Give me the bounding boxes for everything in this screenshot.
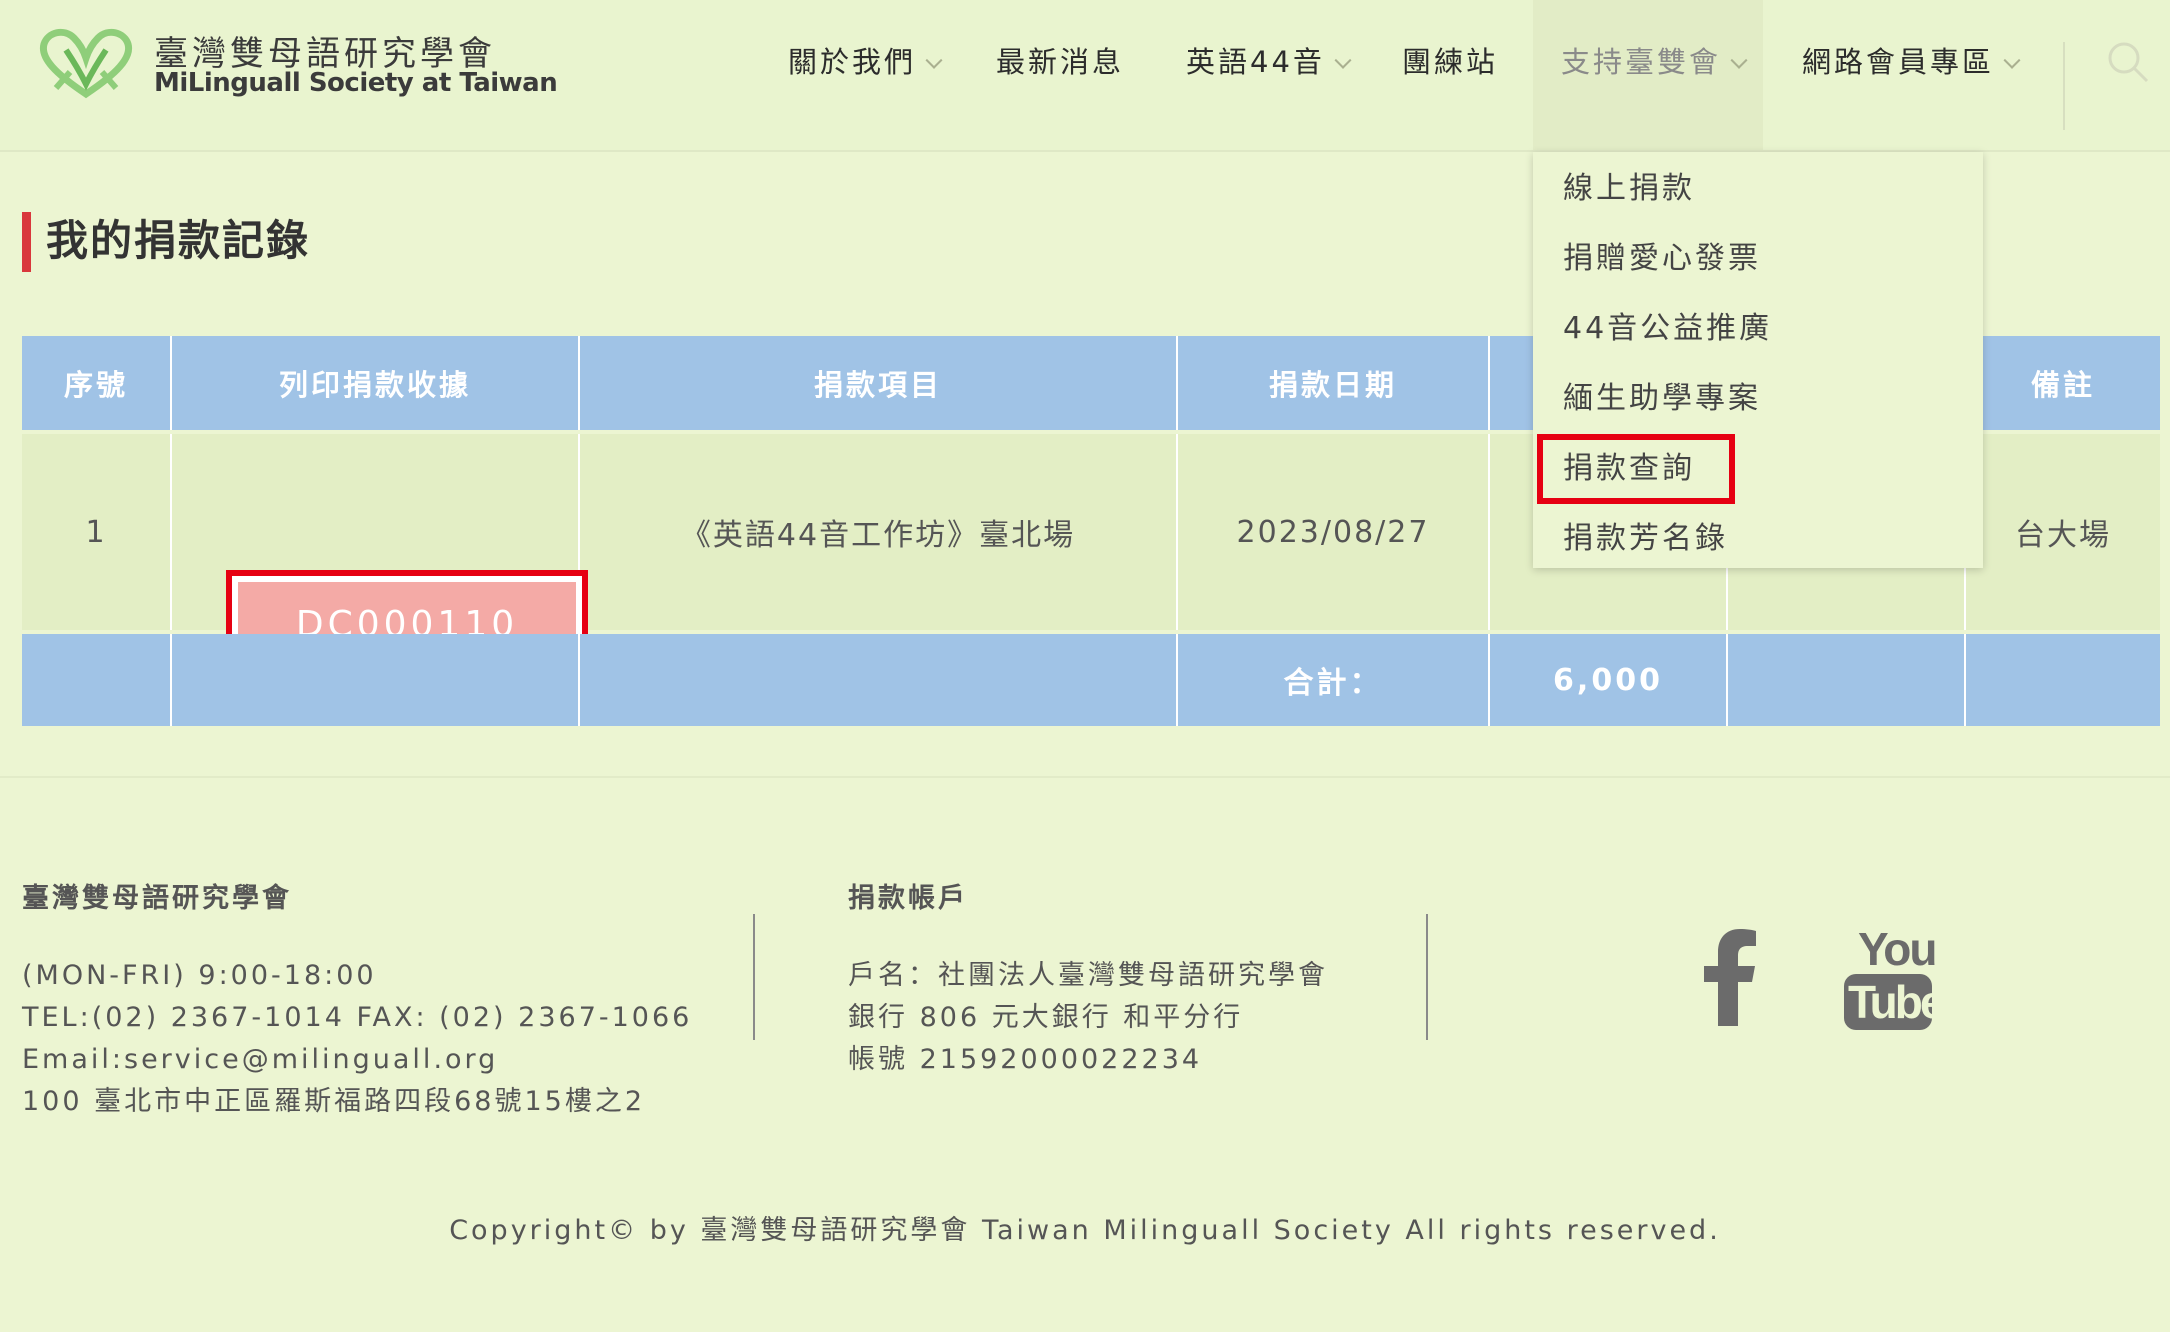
- nav-latest-news[interactable]: 最新消息: [996, 0, 1124, 124]
- nav-english-44-sounds[interactable]: 英語44音: [1186, 0, 1352, 124]
- footer-account-name: 戶名：社團法人臺灣雙母語研究學會: [848, 960, 1328, 991]
- site-header: 臺灣雙母語研究學會 MiLinguall Society at Taiwan 關…: [0, 0, 2170, 152]
- nav-member-area[interactable]: 網路會員專區: [1802, 0, 2021, 124]
- chevron-down-icon: [2003, 51, 2021, 69]
- menu-item-invoice-donation[interactable]: 捐贈愛心發票: [1563, 234, 1761, 284]
- footer-bank-account: 捐款帳戶 戶名：社團法人臺灣雙母語研究學會 銀行 806 元大銀行 和平分行 帳…: [848, 876, 1328, 1081]
- footer-address: 100 臺北市中正區羅斯福路四段68號15樓之2: [22, 1086, 646, 1117]
- row-note: 台大場: [2015, 518, 2111, 553]
- main-nav: 關於我們 最新消息 英語44音 團練站 支持臺雙會 網路會員專區: [0, 0, 2170, 150]
- menu-item-myanmar-scholarship[interactable]: 緬生助學專案: [1563, 374, 1761, 424]
- total-empty-4: [1728, 634, 1966, 726]
- total-empty-3: [580, 634, 1178, 726]
- footer-hours: (MON-FRI) 9:00-18:00: [22, 960, 377, 991]
- row-item: 《英語44音工作坊》臺北場: [580, 434, 1178, 630]
- footer-tel-fax: TEL:(02) 2367-1014 FAX: (02) 2367-1066: [22, 1002, 693, 1033]
- youtube-you-text: You: [1858, 923, 1937, 975]
- facebook-icon[interactable]: [1700, 926, 1760, 1026]
- menu-item-donor-list[interactable]: 捐款芳名錄: [1563, 514, 1728, 564]
- table-total-row: 合計： 6,000: [22, 634, 2160, 726]
- nav-practice-station[interactable]: 團練站: [1402, 0, 1498, 124]
- footer-account-title: 捐款帳戶: [848, 883, 968, 914]
- highlight-box: [1537, 434, 1735, 504]
- search-icon[interactable]: [2106, 40, 2150, 84]
- menu-item-44-sounds-promotion[interactable]: 44音公益推廣: [1563, 304, 1772, 354]
- footer-contact: 臺灣雙母語研究學會 (MON-FRI) 9:00-18:00 TEL:(02) …: [22, 876, 692, 1123]
- footer-org-name: 臺灣雙母語研究學會: [22, 883, 292, 914]
- copyright: Copyright© by 臺灣雙母語研究學會 Taiwan Milingual…: [449, 1215, 1721, 1246]
- nav-divider: [2063, 42, 2065, 130]
- chevron-down-icon: [925, 51, 943, 69]
- support-dropdown-menu: 線上捐款 捐贈愛心發票 44音公益推廣 緬生助學專案 捐款查詢 捐款芳名錄: [1533, 152, 1983, 568]
- youtube-tube-box: Tube: [1844, 974, 1945, 1030]
- header-receipt: 列印捐款收據: [172, 336, 580, 430]
- footer-separator: [753, 914, 755, 1040]
- header-index: 序號: [22, 336, 172, 430]
- youtube-icon[interactable]: You Tube: [1844, 923, 1945, 1032]
- total-empty-1: [22, 634, 172, 726]
- page-title: 我的捐款記錄: [46, 216, 311, 265]
- youtube-tube-text: Tube: [1848, 976, 1945, 1028]
- header-date: 捐款日期: [1178, 336, 1490, 430]
- footer-divider: [0, 776, 2170, 778]
- footer-email[interactable]: Email:service@milinguall.org: [22, 1039, 692, 1081]
- total-value: 6,000: [1490, 634, 1728, 726]
- chevron-down-icon: [1730, 51, 1748, 69]
- footer-account-number: 帳號 21592000022234: [848, 1044, 1203, 1075]
- header-item: 捐款項目: [580, 336, 1178, 430]
- total-label: 合計：: [1178, 634, 1490, 726]
- nav-about-us[interactable]: 關於我們: [788, 0, 943, 124]
- row-index: 1: [22, 434, 172, 630]
- row-date: 2023/08/27: [1178, 434, 1490, 630]
- nav-support[interactable]: 支持臺雙會: [1533, 0, 1763, 150]
- menu-item-online-donation[interactable]: 線上捐款: [1563, 164, 1695, 214]
- header-note: 備註: [2030, 368, 2095, 402]
- footer-bank: 銀行 806 元大銀行 和平分行: [848, 1002, 1244, 1033]
- chevron-down-icon: [1334, 51, 1352, 69]
- footer-separator: [1426, 914, 1428, 1040]
- title-accent-bar: [22, 212, 31, 272]
- total-empty-2: [172, 634, 580, 726]
- total-empty-5: [1966, 634, 2160, 726]
